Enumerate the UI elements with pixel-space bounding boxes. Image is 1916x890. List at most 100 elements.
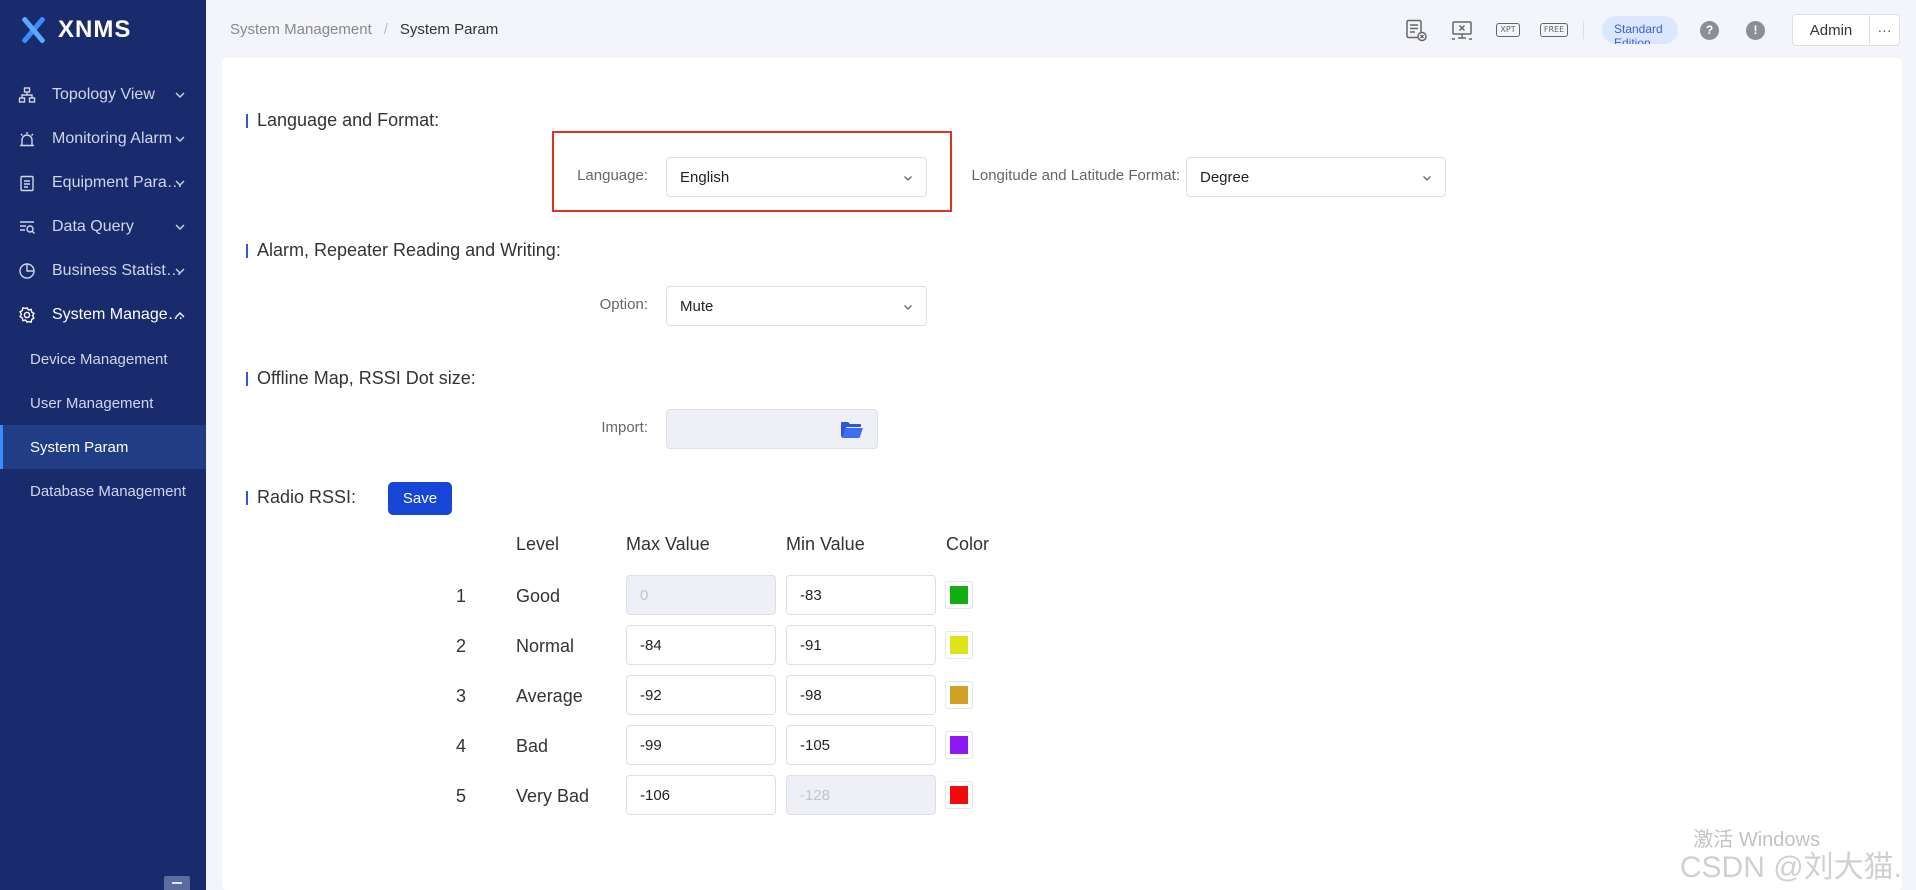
menu-item-monitoring-alarm[interactable]: Monitoring Alarm bbox=[0, 117, 206, 161]
option-value: Mute bbox=[680, 297, 714, 315]
submenu-item-system-param[interactable]: System Param bbox=[0, 425, 206, 469]
menu-label: Data Query bbox=[52, 218, 134, 235]
menu-item-business-statistics[interactable]: Business Statistics bbox=[0, 249, 206, 293]
menu-label: Topology View bbox=[52, 86, 155, 103]
help-icon[interactable]: ? bbox=[1700, 20, 1719, 40]
row-number: 2 bbox=[456, 636, 467, 656]
chevron-down-icon bbox=[1423, 176, 1431, 181]
submenu-item-device-management[interactable]: Device Management bbox=[0, 337, 206, 381]
section-title-language-format: Language and Format: bbox=[246, 110, 439, 131]
color-picker[interactable] bbox=[945, 631, 973, 659]
pie-chart-icon bbox=[19, 263, 35, 279]
gear-icon bbox=[19, 306, 35, 324]
user-button[interactable]: Admin bbox=[1793, 15, 1869, 45]
toolbar-divider bbox=[1583, 21, 1584, 39]
breadcrumb-separator: / bbox=[383, 20, 388, 38]
lonlat-format-select[interactable]: Degree bbox=[1186, 157, 1446, 197]
menu-label: Equipment Parameters bbox=[52, 174, 184, 191]
save-button[interactable]: Save bbox=[388, 482, 452, 515]
row-number: 4 bbox=[456, 736, 467, 756]
color-swatch bbox=[950, 736, 968, 754]
option-select[interactable]: Mute bbox=[666, 286, 927, 326]
max-value-input[interactable]: -92 bbox=[626, 675, 776, 715]
column-header-color: Color bbox=[946, 534, 990, 554]
xpt-badge: XPT bbox=[1496, 23, 1520, 37]
column-header-level: Level bbox=[516, 534, 560, 554]
menu-label: Business Statistics bbox=[52, 262, 184, 279]
level-name: Normal bbox=[516, 636, 575, 656]
level-name: Good bbox=[516, 586, 561, 606]
chevron-down-icon bbox=[904, 176, 912, 181]
section-title-offline-map: Offline Map, RSSI Dot size: bbox=[246, 368, 476, 389]
color-picker[interactable] bbox=[945, 781, 973, 809]
import-label: Import: bbox=[601, 419, 648, 436]
level-name: Average bbox=[516, 686, 583, 706]
monitor-icon[interactable] bbox=[1449, 17, 1475, 43]
row-number: 5 bbox=[456, 786, 467, 806]
info-icon[interactable]: ! bbox=[1746, 20, 1765, 40]
chevron-down-icon bbox=[175, 268, 185, 274]
menu-item-system-management[interactable]: System Management bbox=[0, 293, 206, 337]
color-swatch bbox=[950, 786, 968, 804]
max-value-input[interactable]: -106 bbox=[626, 775, 776, 815]
chevron-down-icon bbox=[175, 224, 185, 230]
max-value-input[interactable]: -84 bbox=[626, 625, 776, 665]
chevron-down-icon bbox=[175, 92, 185, 98]
max-value-input: 0 bbox=[626, 575, 776, 615]
submenu-item-database-management[interactable]: Database Management bbox=[0, 469, 206, 513]
color-swatch bbox=[950, 586, 968, 604]
edition-label: Standard Edition bbox=[1614, 22, 1663, 44]
level-name: Bad bbox=[516, 736, 549, 756]
color-swatch bbox=[950, 636, 968, 654]
language-select[interactable]: English bbox=[666, 157, 927, 197]
submenu-item-user-management[interactable]: User Management bbox=[0, 381, 206, 425]
user-menu: Admin ··· bbox=[1792, 14, 1900, 46]
csdn-watermark: CSDN @刘大猫. bbox=[1679, 851, 1902, 884]
topology-icon bbox=[18, 87, 36, 103]
color-picker[interactable] bbox=[945, 731, 973, 759]
app-logo[interactable]: XNMS bbox=[0, 0, 206, 60]
folder-open-icon bbox=[841, 422, 863, 438]
app-logo-text: XNMS bbox=[58, 16, 132, 43]
query-icon bbox=[20, 221, 35, 234]
xpt-icon[interactable]: XPT bbox=[1495, 17, 1521, 43]
row-number: 3 bbox=[456, 686, 467, 706]
chevron-up-icon bbox=[175, 312, 185, 318]
chevron-down-icon bbox=[175, 136, 185, 142]
menu-item-equipment-parameters[interactable]: Equipment Parameters bbox=[0, 161, 206, 205]
more-options-button[interactable]: ··· bbox=[1869, 15, 1899, 45]
breadcrumb-current: System Param bbox=[399, 20, 499, 38]
breadcrumb: System Management / System Param bbox=[230, 21, 498, 38]
breadcrumb-item[interactable]: System Management bbox=[230, 21, 372, 38]
import-upload-field[interactable] bbox=[666, 409, 878, 449]
min-value-input[interactable]: -83 bbox=[786, 575, 936, 615]
sidebar: XNMS Topology View Monitoring Alarm Equi… bbox=[0, 0, 206, 890]
chevron-down-icon bbox=[175, 180, 185, 186]
min-value-input[interactable]: -91 bbox=[786, 625, 936, 665]
main-menu: Topology View Monitoring Alarm Equipment… bbox=[0, 73, 206, 513]
edition-badge[interactable]: Standard Edition bbox=[1602, 16, 1678, 44]
option-label: Option: bbox=[599, 296, 648, 313]
menu-label: System Management bbox=[52, 306, 184, 323]
color-picker[interactable] bbox=[945, 681, 973, 709]
x-logo-icon bbox=[18, 15, 48, 45]
lonlat-format-label: Longitude and Latitude Format: bbox=[971, 167, 1180, 184]
max-value-input[interactable]: -99 bbox=[626, 725, 776, 765]
color-picker[interactable] bbox=[945, 581, 973, 609]
min-value-input: -128 bbox=[786, 775, 936, 815]
free-icon[interactable]: FREE bbox=[1539, 17, 1569, 43]
min-value-input[interactable]: -105 bbox=[786, 725, 936, 765]
header-toolbar: XPT FREE Standard Edition ? ! Admin ··· bbox=[1403, 14, 1900, 46]
level-name: Very Bad bbox=[516, 786, 590, 806]
menu-label: Monitoring Alarm bbox=[52, 130, 173, 147]
row-number: 1 bbox=[456, 586, 467, 606]
menu-item-topology-view[interactable]: Topology View bbox=[0, 73, 206, 117]
top-header: System Management / System Param XPT FRE… bbox=[206, 0, 1916, 58]
chevron-down-icon bbox=[904, 305, 912, 310]
sidebar-collapse-button[interactable] bbox=[164, 876, 190, 890]
color-swatch bbox=[950, 686, 968, 704]
menu-item-data-query[interactable]: Data Query bbox=[0, 205, 206, 249]
alarm-icon bbox=[20, 132, 34, 147]
min-value-input[interactable]: -98 bbox=[786, 675, 936, 715]
report-icon[interactable] bbox=[1403, 17, 1429, 43]
